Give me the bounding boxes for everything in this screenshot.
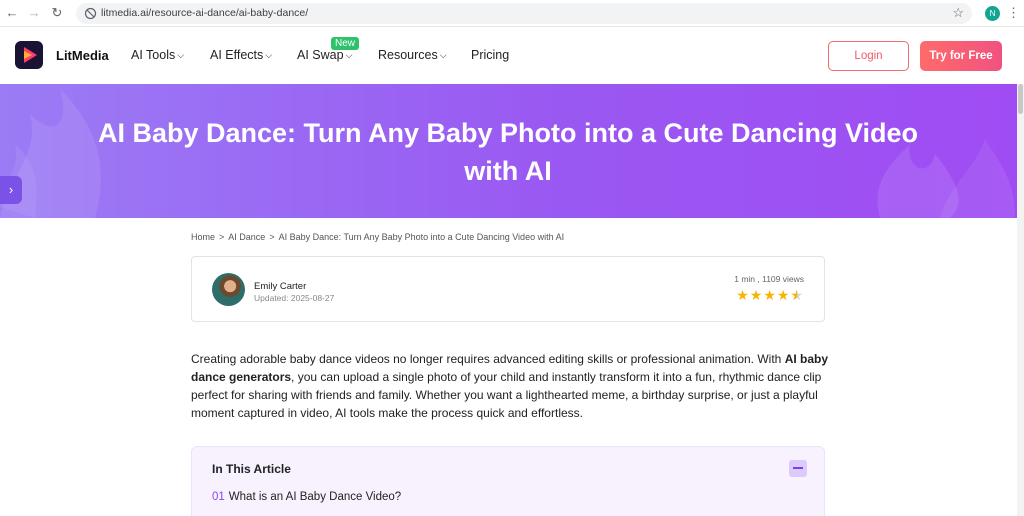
toc-title: In This Article [212,462,291,476]
author-avatar [212,273,245,306]
page-title-line-2: with AI [464,156,552,186]
breadcrumb-current: AI Baby Dance: Turn Any Baby Photo into … [278,232,565,242]
brand-name[interactable]: LitMedia [56,48,109,63]
nav-resources-label: Resources [378,48,438,62]
nav-ai-tools-label: AI Tools [131,48,176,62]
page-title: AI Baby Dance: Turn Any Baby Photo into … [0,114,1016,190]
bookmark-star-icon[interactable]: ☆ [952,5,964,21]
intro-text-1: Creating adorable baby dance videos no l… [191,352,785,366]
nav-ai-effects-label: AI Effects [210,48,264,62]
updated-date: Updated: 2025-08-27 [254,293,335,303]
reload-icon[interactable]: ↻ [48,4,66,22]
side-panel-toggle[interactable]: › [0,176,22,204]
litmedia-logo-icon[interactable] [15,41,43,69]
intro-paragraph: Creating adorable baby dance videos no l… [191,350,831,422]
star-icon[interactable]: ★ [750,287,764,303]
toc-item[interactable]: 01 What is an AI Baby Dance Video? [212,491,401,503]
breadcrumb-home[interactable]: Home [191,232,215,242]
nav-ai-swap-label: AI Swap [297,48,344,62]
page-scrollbar[interactable] [1017,84,1024,516]
author-card: Emily Carter Updated: 2025-08-27 1 min ,… [191,256,825,322]
hero-banner: AI Baby Dance: Turn Any Baby Photo into … [0,84,1024,218]
browser-toolbar: ← → ↻ litmedia.ai/resource-ai-dance/ai-b… [0,0,1024,27]
breadcrumb: Home > AI Dance > AI Baby Dance: Turn Any Ba… [191,232,564,242]
site-header: LitMedia AI Tools ⌵ AI Effects ⌵ New AI Sw… [0,28,1024,84]
star-rating[interactable]: ★★★★★★ [736,287,804,304]
url-text: litmedia.ai/resource-ai-dance/ai-baby-da… [101,7,309,19]
collapse-minus-icon[interactable] [789,460,807,477]
address-bar[interactable]: litmedia.ai/resource-ai-dance/ai-baby-da… [76,3,972,24]
half-star-icon[interactable]: ★★ [790,287,804,303]
login-button[interactable]: Login [828,41,909,71]
profile-avatar[interactable]: N [985,6,1000,21]
try-for-free-button[interactable]: Try for Free [920,41,1002,71]
kebab-menu-icon[interactable]: ⋮ [1007,4,1020,22]
breadcrumb-ai-dance[interactable]: AI Dance [228,232,265,242]
star-icon[interactable]: ★ [763,287,777,303]
read-time-views: 1 min , 1109 views [734,274,804,284]
star-icon[interactable]: ★ [736,287,750,303]
author-name: Emily Carter [254,281,307,292]
nav-resources[interactable]: Resources ⌵ [378,48,447,62]
scrollbar-thumb[interactable] [1018,84,1023,114]
toc-item-label: What is an AI Baby Dance Video? [228,491,402,503]
table-of-contents: In This Article 01 What is an AI Baby Dan… [191,446,825,516]
back-arrow-icon[interactable]: ← [3,4,21,22]
chevron-down-icon: ⌵ [265,50,273,60]
nav-ai-tools[interactable]: AI Tools ⌵ [131,48,184,62]
nav-ai-effects[interactable]: AI Effects ⌵ [210,48,272,62]
chevron-down-icon: ⌵ [439,50,447,60]
chevron-down-icon: ⌵ [345,50,353,60]
site-info-icon[interactable] [84,7,97,20]
toc-item-number: 01 [212,491,225,503]
page-title-line-1: AI Baby Dance: Turn Any Baby Photo into … [97,118,919,148]
nav-pricing[interactable]: Pricing [471,48,509,62]
forward-arrow-icon[interactable]: → [25,4,43,22]
nav-ai-swap[interactable]: AI Swap ⌵ [297,48,352,62]
breadcrumb-separator: > [269,232,275,242]
chevron-right-icon: › [8,182,14,197]
breadcrumb-separator: > [219,232,225,242]
star-icon[interactable]: ★ [777,287,791,303]
chevron-down-icon: ⌵ [177,50,185,60]
